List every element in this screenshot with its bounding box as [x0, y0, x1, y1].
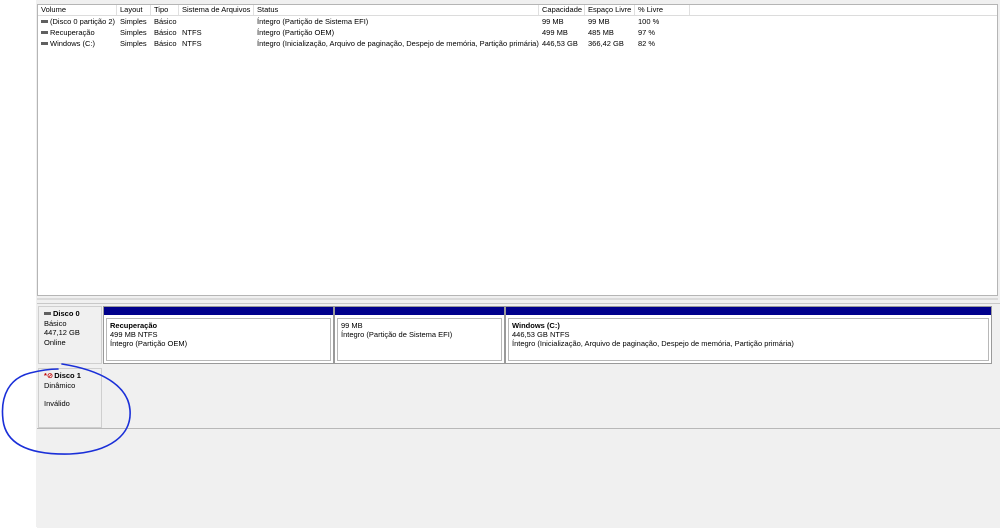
table-row[interactable]: Windows (C:) Simples Básico NTFS Íntegro…	[38, 38, 997, 49]
cell-tipo: Básico	[154, 28, 177, 37]
cell-status: Íntegro (Partição OEM)	[257, 28, 335, 37]
partition-status: Íntegro (Partição OEM)	[110, 339, 188, 348]
pane-splitter[interactable]	[37, 298, 998, 300]
volume-list[interactable]: Volume Layout Tipo Sistema de Arquivos S…	[37, 4, 998, 296]
disk-0-title: Disco 0	[53, 309, 80, 318]
column-header-capacidade[interactable]: Capacidade	[539, 5, 585, 15]
partition-recuperacao[interactable]: Recuperação 499 MB NTFS Íntegro (Partiçã…	[103, 306, 334, 364]
disk-0-title-row: Disco 0	[44, 309, 96, 319]
column-header-status[interactable]: Status	[254, 5, 539, 15]
volume-name: Windows (C:)	[50, 39, 96, 48]
cell-status: Íntegro (Partição de Sistema EFI)	[257, 17, 369, 26]
partition-size: 99 MB	[341, 321, 363, 330]
volume-icon	[41, 41, 48, 45]
cell-capacidade: 446,53 GB	[542, 39, 578, 48]
cell-espaco-livre: 99 MB	[588, 17, 610, 26]
disk-0-state: Online	[44, 337, 66, 347]
cell-volume: Recuperação	[38, 27, 117, 38]
cell-volume: (Disco 0 partição 2)	[38, 16, 117, 27]
partition-efi[interactable]: 99 MB Íntegro (Partição de Sistema EFI)	[334, 306, 505, 364]
cell-layout: Simples	[120, 28, 147, 37]
cell-layout: Simples	[120, 39, 147, 48]
column-header-pct-livre[interactable]: % Livre	[635, 5, 690, 15]
column-header-filesystem[interactable]: Sistema de Arquivos	[179, 5, 254, 15]
volume-name: Recuperação	[50, 28, 95, 37]
partition-size: 446,53 GB NTFS	[512, 330, 570, 339]
cell-filesystem: NTFS	[182, 28, 202, 37]
cell-filesystem: NTFS	[182, 39, 202, 48]
table-row[interactable]: (Disco 0 partição 2) Simples Básico Ínte…	[38, 16, 997, 27]
cell-capacidade: 499 MB	[542, 28, 568, 37]
cell-pct-livre: 100 %	[638, 17, 660, 26]
cell-tipo: Básico	[154, 17, 177, 26]
partition-name: Windows (C:)	[512, 321, 560, 330]
cell-espaco-livre: 485 MB	[588, 28, 614, 37]
partition-windows-c[interactable]: Windows (C:) 446,53 GB NTFS Íntegro (Ini…	[505, 306, 992, 364]
column-header-volume[interactable]: Volume	[38, 5, 117, 15]
disk-0-label[interactable]: Disco 0 Básico 447,12 GB Online	[38, 306, 102, 364]
partition-bar	[335, 307, 504, 315]
partition-name: Recuperação	[110, 321, 158, 330]
cell-layout: Simples	[120, 17, 147, 26]
cell-espaco-livre: 366,42 GB	[588, 39, 624, 48]
partition-bar	[104, 307, 333, 315]
cell-volume: Windows (C:)	[38, 38, 117, 49]
cell-pct-livre: 97 %	[638, 28, 656, 37]
partition-bar	[506, 307, 991, 315]
cell-pct-livre: 82 %	[638, 39, 656, 48]
volume-name: (Disco 0 partição 2)	[50, 17, 116, 26]
partition-info: Windows (C:) 446,53 GB NTFS Íntegro (Ini…	[508, 318, 989, 361]
volume-icon	[41, 19, 48, 23]
disk-icon	[44, 311, 51, 315]
disk-0-size: 447,12 GB	[44, 328, 80, 337]
partition-size: 499 MB NTFS	[110, 330, 158, 339]
disk-row-divider	[37, 428, 1000, 429]
column-header-layout[interactable]: Layout	[117, 5, 151, 15]
partition-status: Íntegro (Inicialização, Arquivo de pagin…	[512, 339, 794, 348]
annotation-circle	[1, 363, 131, 455]
volume-icon	[41, 30, 48, 34]
partition-info: 99 MB Íntegro (Partição de Sistema EFI)	[337, 318, 502, 361]
cell-capacidade: 99 MB	[542, 17, 564, 26]
disk-0-type: Básico	[44, 318, 67, 328]
cell-filesystem	[179, 16, 182, 27]
cell-status: Íntegro (Inicialização, Arquivo de pagin…	[257, 39, 539, 48]
partition-status: Íntegro (Partição de Sistema EFI)	[341, 330, 453, 339]
table-row[interactable]: Recuperação Simples Básico NTFS Íntegro …	[38, 27, 997, 38]
volume-list-header: Volume Layout Tipo Sistema de Arquivos S…	[38, 5, 997, 16]
partition-info: Recuperação 499 MB NTFS Íntegro (Partiçã…	[106, 318, 331, 361]
column-header-tipo[interactable]: Tipo	[151, 5, 179, 15]
column-header-espaco-livre[interactable]: Espaço Livre	[585, 5, 635, 15]
cell-tipo: Básico	[154, 39, 177, 48]
